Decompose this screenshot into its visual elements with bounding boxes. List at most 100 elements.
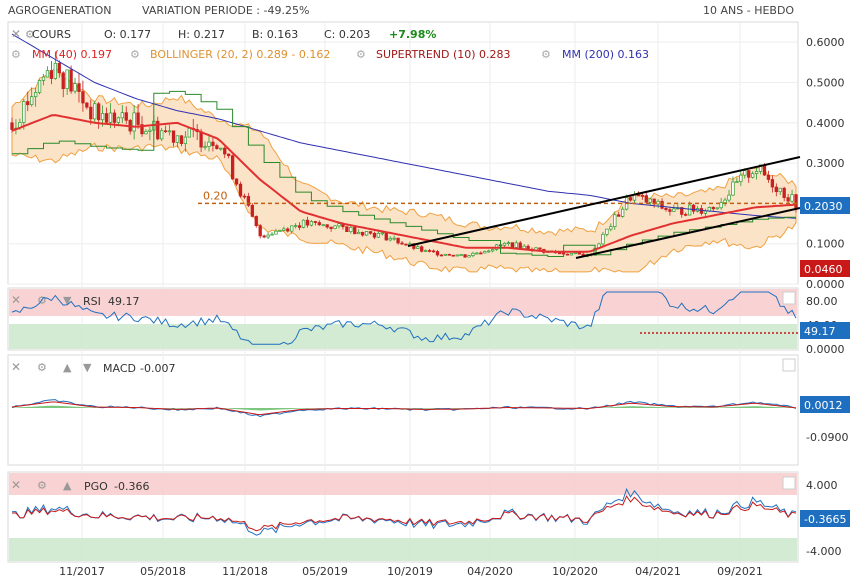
x-axis-tick: 05/2018 bbox=[140, 565, 186, 578]
low-label: 0.0460 bbox=[804, 263, 843, 276]
candle-body bbox=[368, 231, 373, 234]
legend-close-icon[interactable]: ✕ bbox=[11, 27, 21, 41]
pgo-signal-line bbox=[11, 495, 797, 532]
mm40-gear-icon[interactable]: ⚙ bbox=[11, 48, 21, 61]
candle-body bbox=[506, 242, 511, 245]
main-y-tick: 0.6000 bbox=[806, 36, 845, 49]
candle-body bbox=[333, 225, 337, 229]
candle-body bbox=[786, 197, 790, 202]
candle-body bbox=[136, 112, 140, 125]
pgo-close-icon[interactable]: ✕ bbox=[11, 478, 21, 492]
rsi-checkbox[interactable] bbox=[782, 291, 796, 305]
pgo-tick-1: -4.000 bbox=[806, 545, 841, 558]
x-axis-tick: 05/2019 bbox=[302, 565, 348, 578]
legend-low: B: 0.163 bbox=[252, 28, 298, 41]
candle-body bbox=[719, 202, 723, 209]
macd-gear-icon[interactable]: ⚙ bbox=[37, 361, 47, 374]
candle-body bbox=[743, 170, 747, 176]
candle-body bbox=[61, 72, 65, 89]
candle-body bbox=[294, 225, 298, 227]
candle-body bbox=[723, 199, 727, 203]
macd-close-icon[interactable]: ✕ bbox=[11, 360, 21, 374]
candle-body bbox=[234, 178, 239, 185]
candle-body bbox=[636, 194, 641, 197]
candle-body bbox=[640, 195, 645, 197]
macd-down-icon[interactable]: ▼ bbox=[83, 361, 92, 374]
candle-body bbox=[751, 173, 755, 178]
candle-body bbox=[286, 228, 290, 232]
candle-body bbox=[790, 194, 794, 202]
pgo-last: -0.3665 bbox=[804, 513, 846, 526]
candle-body bbox=[337, 223, 341, 227]
candle-body bbox=[431, 250, 436, 253]
candle-body bbox=[250, 204, 254, 217]
candle-body bbox=[388, 237, 392, 241]
candle-body bbox=[124, 112, 128, 121]
candle-body bbox=[203, 146, 207, 148]
candle-body bbox=[317, 222, 321, 226]
pgo-line bbox=[11, 487, 797, 536]
candle-body bbox=[238, 183, 243, 197]
candle-body bbox=[715, 207, 719, 210]
candle-body bbox=[223, 147, 227, 155]
macd-checkbox[interactable] bbox=[782, 358, 796, 372]
candle-body bbox=[215, 145, 219, 149]
legend-row-1: ✕ ⚙ COURS O: 0.177 H: 0.217 B: 0.163 C: … bbox=[11, 27, 436, 41]
rsi-last: 49.17 bbox=[804, 325, 836, 338]
stock-chart: AGROGENERATION VARIATION PERIODE : -49.2… bbox=[7, 4, 850, 578]
main-y-tick: 0.4000 bbox=[806, 117, 845, 130]
main-y-tick: 0.5000 bbox=[806, 76, 845, 89]
candle-body bbox=[483, 251, 487, 254]
candle-body bbox=[167, 130, 172, 133]
supertrend-gear-icon[interactable]: ⚙ bbox=[356, 48, 366, 61]
candle-body bbox=[230, 155, 235, 180]
candle-body bbox=[108, 112, 113, 123]
candle-body bbox=[30, 96, 34, 106]
mm200-gear-icon[interactable]: ⚙ bbox=[541, 48, 551, 61]
candle-body bbox=[148, 129, 152, 132]
candle-body bbox=[360, 231, 365, 236]
candle-body bbox=[396, 237, 400, 244]
candle-body bbox=[305, 219, 310, 226]
pgo-gear-icon[interactable]: ⚙ bbox=[37, 479, 47, 492]
candle-body bbox=[45, 70, 50, 78]
pgo-label: PGO bbox=[84, 480, 108, 493]
candle-body bbox=[404, 243, 408, 246]
candle-body bbox=[739, 174, 743, 182]
pgo-checkbox[interactable] bbox=[782, 476, 796, 490]
candle-body bbox=[380, 232, 384, 235]
candle-body bbox=[605, 228, 609, 235]
candle-body bbox=[160, 130, 164, 140]
candle-body bbox=[782, 187, 786, 198]
candle-body bbox=[664, 207, 668, 210]
candle-body bbox=[89, 106, 93, 120]
candle-body bbox=[274, 230, 278, 235]
rsi-close-icon[interactable]: ✕ bbox=[11, 293, 21, 307]
x-axis-tick: 04/2020 bbox=[467, 565, 513, 578]
candle-body bbox=[144, 130, 148, 135]
candle-body bbox=[518, 242, 522, 249]
candle-body bbox=[447, 253, 451, 256]
candle-body bbox=[644, 195, 648, 203]
candle-body bbox=[37, 80, 42, 93]
candle-body bbox=[502, 242, 507, 246]
candle-body bbox=[104, 113, 109, 123]
candle-body bbox=[400, 242, 404, 245]
period-range: 10 ANS - HEBDO bbox=[703, 4, 794, 17]
x-axis: 11/2017 05/2018 11/2018 05/2019 10/2019 04/20… bbox=[59, 565, 763, 578]
candle-body bbox=[297, 225, 302, 228]
legend-mm200: MM (200) 0.163 bbox=[562, 48, 649, 61]
x-axis-tick: 10/2019 bbox=[387, 565, 433, 578]
candle-body bbox=[219, 147, 223, 150]
pgo-up-icon[interactable]: ▲ bbox=[63, 479, 72, 492]
candle-body bbox=[313, 221, 318, 223]
candle-body bbox=[353, 227, 357, 235]
main-y-tick: 0.3000 bbox=[806, 157, 845, 170]
candle-body bbox=[376, 232, 381, 238]
candle-body bbox=[325, 224, 329, 228]
bollinger-gear-icon[interactable]: ⚙ bbox=[130, 48, 140, 61]
candle-body bbox=[171, 130, 176, 143]
macd-up-icon[interactable]: ▲ bbox=[63, 361, 72, 374]
candle-body bbox=[116, 117, 121, 123]
main-y-tick: 0.1000 bbox=[806, 238, 845, 251]
